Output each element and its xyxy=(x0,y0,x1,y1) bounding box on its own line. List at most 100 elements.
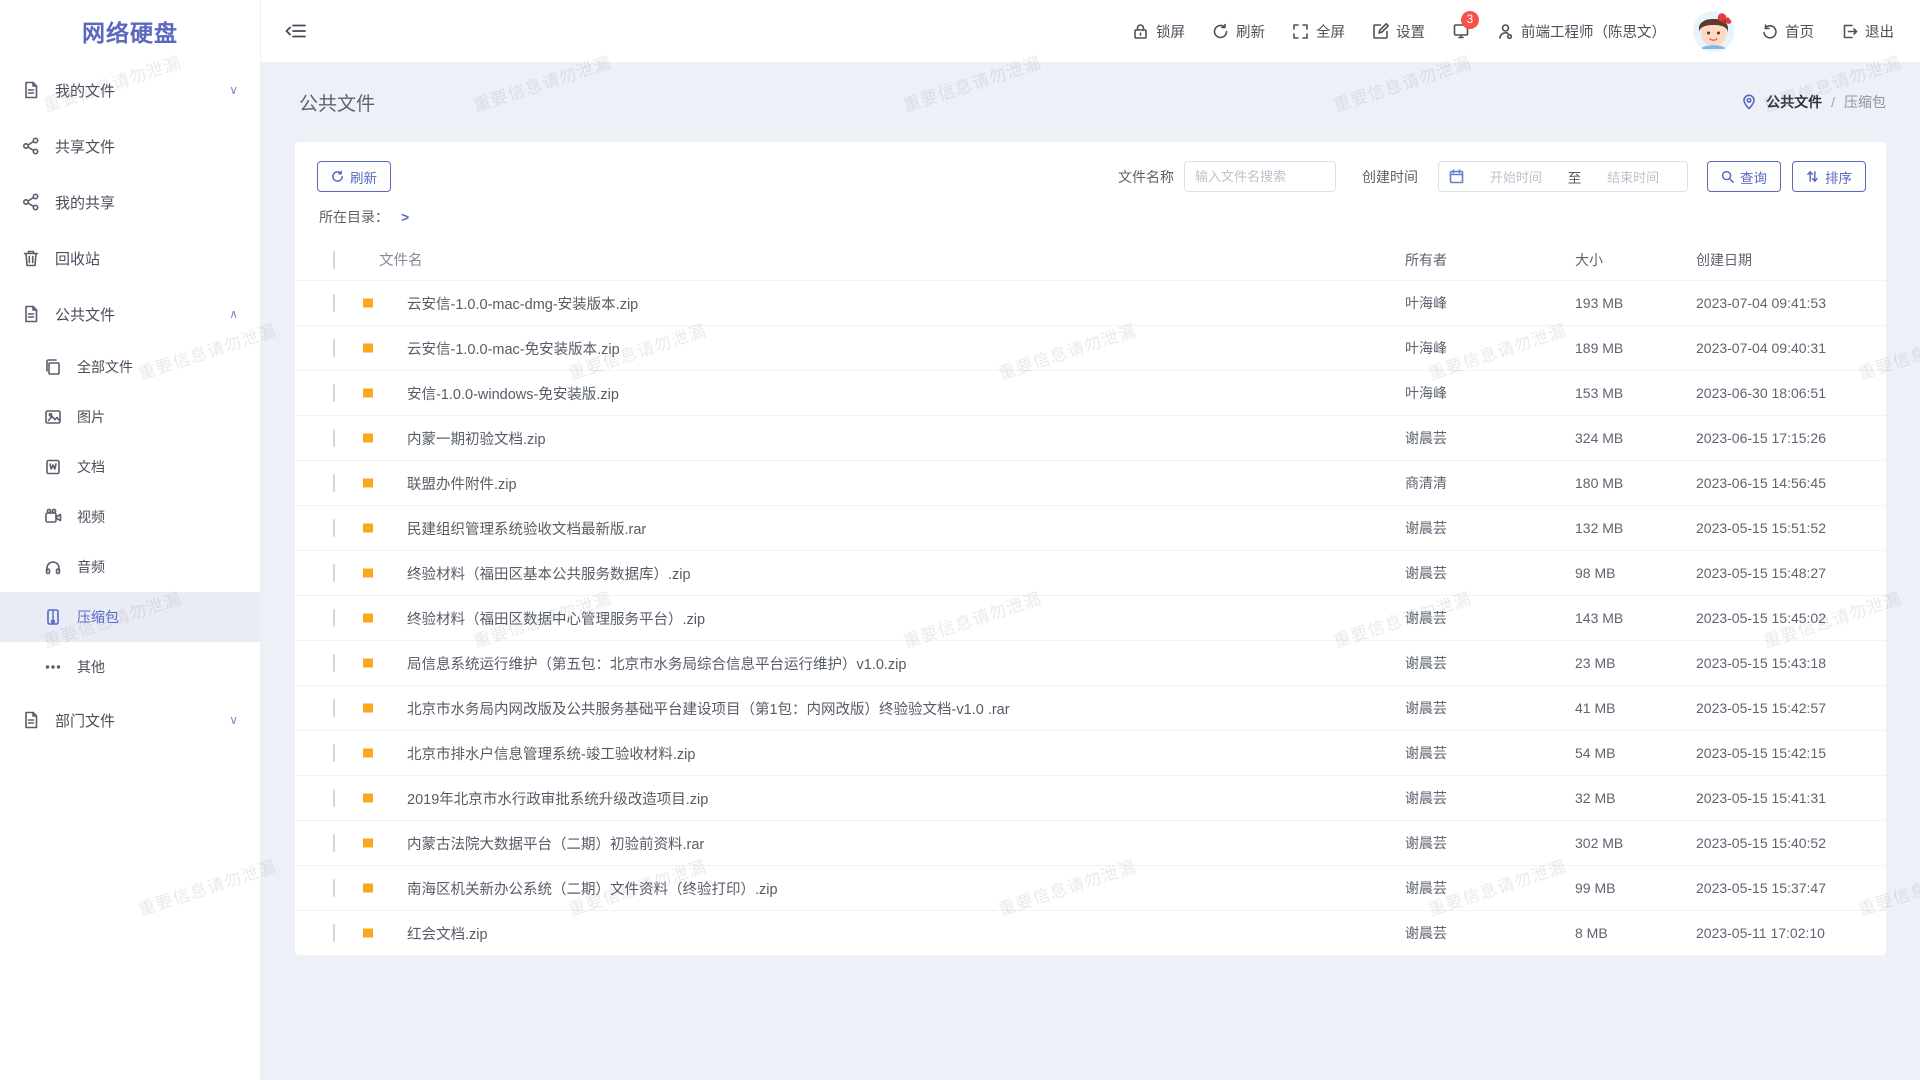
file-name-link[interactable]: 2019年北京市水行政审批系统升级改造项目.zip xyxy=(407,788,1405,809)
avatar[interactable] xyxy=(1693,11,1734,52)
checkbox-cell xyxy=(333,745,353,761)
query-button[interactable]: 查询 xyxy=(1707,161,1781,192)
sort-button[interactable]: 排序 xyxy=(1792,161,1866,192)
sidebar-item-my-files[interactable]: 我的文件 ∨ xyxy=(0,62,260,118)
filename-search-input[interactable] xyxy=(1184,161,1336,192)
file-owner: 谢晨芸 xyxy=(1405,743,1575,763)
row-checkbox[interactable] xyxy=(333,699,335,717)
file-size: 189 MB xyxy=(1575,340,1696,356)
file-name-link[interactable]: 内蒙古法院大数据平台（二期）初验前资料.rar xyxy=(407,833,1405,854)
row-checkbox[interactable] xyxy=(333,519,335,537)
end-date-placeholder[interactable]: 结束时间 xyxy=(1589,167,1677,186)
date-range-picker[interactable]: 开始时间 至 结束时间 xyxy=(1438,161,1688,192)
column-header-date: 创建日期 xyxy=(1696,250,1886,270)
row-checkbox[interactable] xyxy=(333,339,335,357)
sidebar-item-shared-files[interactable]: 共享文件 xyxy=(0,118,260,174)
file-owner: 谢晨芸 xyxy=(1405,923,1575,943)
breadcrumb: 公共文件 / 压缩包 xyxy=(1741,92,1886,112)
row-checkbox[interactable] xyxy=(333,924,335,942)
breadcrumb-leaf: 压缩包 xyxy=(1844,92,1886,112)
lock-icon xyxy=(1132,23,1149,40)
row-checkbox[interactable] xyxy=(333,879,335,897)
sidebar-item-my-shares[interactable]: 我的共享 xyxy=(0,174,260,230)
logout-icon xyxy=(1841,23,1858,40)
refresh-list-button[interactable]: 刷新 xyxy=(317,161,391,192)
file-name-link[interactable]: 局信息系统运行维护（第五包：北京市水务局综合信息平台运行维护）v1.0.zip xyxy=(407,653,1405,674)
sidebar-item-documents[interactable]: 文档 xyxy=(0,442,260,492)
row-checkbox[interactable] xyxy=(333,294,335,312)
sidebar-item-department-files[interactable]: 部门文件 ∨ xyxy=(0,692,260,748)
checkbox-cell xyxy=(333,385,353,401)
file-owner: 商清清 xyxy=(1405,473,1575,493)
row-checkbox[interactable] xyxy=(333,654,335,672)
file-name-link[interactable]: 终验材料（福田区数据中心管理服务平台）.zip xyxy=(407,608,1405,629)
sidebar-item-images[interactable]: 图片 xyxy=(0,392,260,442)
file-icon xyxy=(22,711,40,729)
file-name-link[interactable]: 南海区机关新办公系统（二期）文件资料（终验打印）.zip xyxy=(407,878,1405,899)
notifications-button[interactable]: 3 xyxy=(1452,22,1470,40)
lock-screen-button[interactable]: 锁屏 xyxy=(1132,21,1185,42)
home-button[interactable]: 首页 xyxy=(1761,21,1814,42)
sidebar-item-public-files[interactable]: 公共文件 ∧ xyxy=(0,286,260,342)
column-header-name: 文件名 xyxy=(379,249,1405,270)
settings-button[interactable]: 设置 xyxy=(1372,21,1425,42)
file-name-link[interactable]: 云安信-1.0.0-mac-dmg-安装版本.zip xyxy=(407,293,1405,314)
sidebar-item-all-files[interactable]: 全部文件 xyxy=(0,342,260,392)
directory-root-link[interactable]: > xyxy=(401,209,409,225)
sidebar-item-archives[interactable]: 压缩包 xyxy=(0,592,260,642)
sidebar-item-label: 全部文件 xyxy=(77,357,238,377)
file-date: 2023-06-15 17:15:26 xyxy=(1696,430,1886,446)
file-date: 2023-07-04 09:41:53 xyxy=(1696,295,1886,311)
sidebar-item-recycle-bin[interactable]: 回收站 xyxy=(0,230,260,286)
table-row: 民建组织管理系统验收文档最新版.rar谢晨芸132 MB2023-05-15 1… xyxy=(295,506,1886,551)
row-checkbox[interactable] xyxy=(333,474,335,492)
row-checkbox[interactable] xyxy=(333,609,335,627)
file-size: 8 MB xyxy=(1575,925,1696,941)
file-name-link[interactable]: 联盟办件附件.zip xyxy=(407,473,1405,494)
sidebar-item-label: 文档 xyxy=(77,457,238,477)
file-owner: 谢晨芸 xyxy=(1405,608,1575,628)
row-checkbox[interactable] xyxy=(333,789,335,807)
file-name-link[interactable]: 云安信-1.0.0-mac-免安装版本.zip xyxy=(407,338,1405,359)
table-row: 北京市水务局内网改版及公共服务基础平台建设项目（第1包：内网改版）终验验文档-v… xyxy=(295,686,1886,731)
sidebar-item-others[interactable]: 其他 xyxy=(0,642,260,692)
notification-badge: 3 xyxy=(1461,11,1479,29)
file-date: 2023-05-15 15:48:27 xyxy=(1696,565,1886,581)
file-owner: 叶海峰 xyxy=(1405,293,1575,313)
refresh-button[interactable]: 刷新 xyxy=(1212,21,1265,42)
file-owner: 谢晨芸 xyxy=(1405,428,1575,448)
sidebar-item-audio[interactable]: 音频 xyxy=(0,542,260,592)
file-list-card: 刷新 文件名称 创建时间 开始时间 至 结束时间 xyxy=(295,142,1886,955)
row-checkbox[interactable] xyxy=(333,564,335,582)
fullscreen-icon xyxy=(1292,23,1309,40)
zip-icon xyxy=(44,608,62,626)
logout-button[interactable]: 退出 xyxy=(1841,21,1894,42)
select-all-checkbox[interactable] xyxy=(333,251,335,269)
file-date: 2023-05-15 15:43:18 xyxy=(1696,655,1886,671)
sidebar-item-videos[interactable]: 视频 xyxy=(0,492,260,542)
row-checkbox[interactable] xyxy=(333,744,335,762)
user-menu[interactable]: 前端工程师（陈思文） xyxy=(1497,21,1666,42)
row-checkbox[interactable] xyxy=(333,429,335,447)
file-size: 98 MB xyxy=(1575,565,1696,581)
file-icon xyxy=(22,305,40,323)
chevron-up-icon: ∧ xyxy=(229,307,238,321)
file-name-link[interactable]: 安信-1.0.0-windows-免安装版.zip xyxy=(407,383,1405,404)
file-name-link[interactable]: 民建组织管理系统验收文档最新版.rar xyxy=(407,518,1405,539)
sidebar-item-label: 我的共享 xyxy=(55,192,238,213)
file-name-link[interactable]: 内蒙一期初验文档.zip xyxy=(407,428,1405,449)
start-date-placeholder[interactable]: 开始时间 xyxy=(1472,167,1560,186)
breadcrumb-root[interactable]: 公共文件 xyxy=(1766,92,1822,112)
collapse-sidebar-icon[interactable] xyxy=(285,20,307,42)
sidebar-item-label: 我的文件 xyxy=(55,80,229,101)
row-checkbox[interactable] xyxy=(333,834,335,852)
main-area: 锁屏 刷新 全屏 设置 3 xyxy=(261,0,1920,1080)
file-name-link[interactable]: 红会文档.zip xyxy=(407,923,1405,944)
file-date: 2023-07-04 09:40:31 xyxy=(1696,340,1886,356)
fullscreen-button[interactable]: 全屏 xyxy=(1292,21,1345,42)
file-name-link[interactable]: 终验材料（福田区基本公共服务数据库）.zip xyxy=(407,563,1405,584)
file-name-link[interactable]: 北京市排水户信息管理系统-竣工验收材料.zip xyxy=(407,743,1405,764)
sort-arrows-icon xyxy=(1806,170,1819,183)
row-checkbox[interactable] xyxy=(333,384,335,402)
file-name-link[interactable]: 北京市水务局内网改版及公共服务基础平台建设项目（第1包：内网改版）终验验文档-v… xyxy=(407,698,1405,719)
